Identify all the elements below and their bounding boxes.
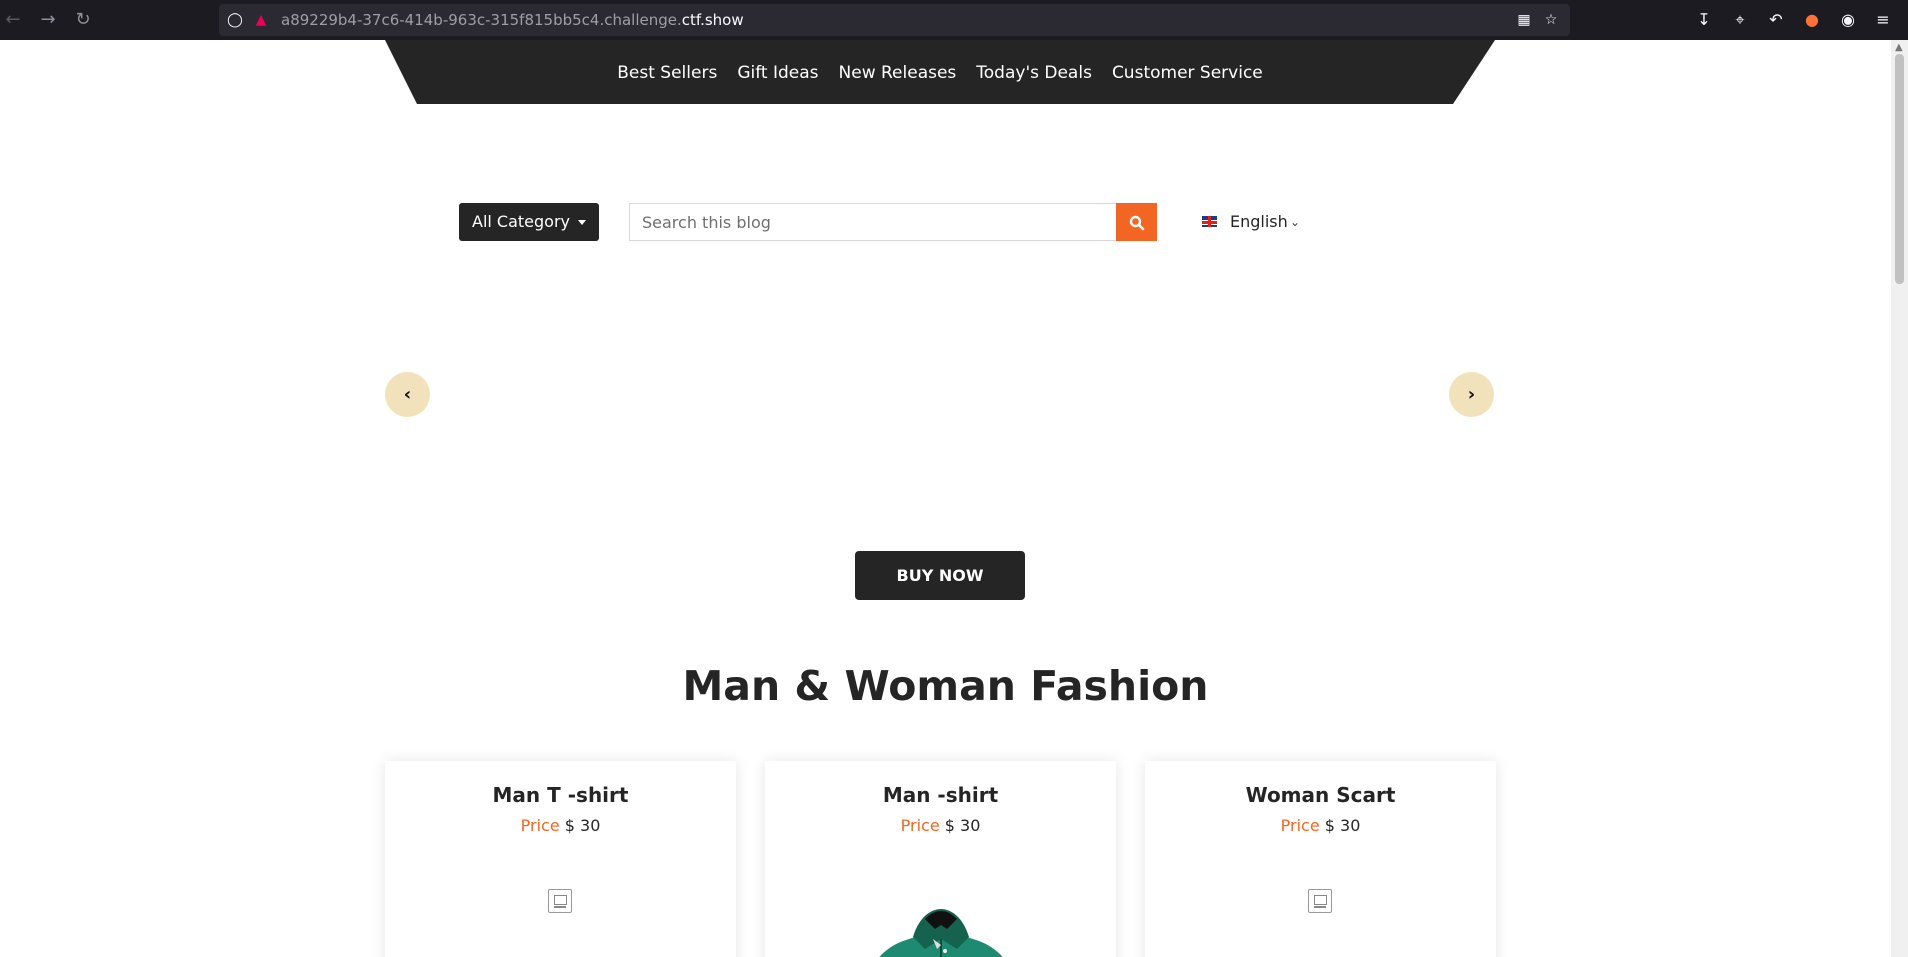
- product-price: Price $ 30: [385, 816, 736, 835]
- crop-screenshot-icon[interactable]: ⌖: [1730, 10, 1750, 30]
- uk-flag-icon: [1202, 216, 1217, 227]
- search-icon: [1129, 215, 1144, 230]
- product-price: Price $ 30: [765, 816, 1116, 835]
- web-page: Best Sellers Gift Ideas New Releases Tod…: [0, 40, 1891, 957]
- shirt-illustration: [879, 909, 1003, 957]
- product-price: Price $ 30: [1145, 816, 1496, 835]
- price-value: $ 30: [564, 816, 601, 835]
- url-text[interactable]: a89229b4-37c6-414b-963c-315f815bb5c4.cha…: [281, 11, 744, 29]
- address-bar[interactable]: ◯ ▲ a89229b4-37c6-414b-963c-315f815bb5c4…: [219, 4, 1570, 36]
- top-navigation: Best Sellers Gift Ideas New Releases Tod…: [385, 40, 1495, 104]
- price-value: $ 30: [1324, 816, 1361, 835]
- section-title: Man & Woman Fashion: [682, 662, 1209, 710]
- category-label: All Category: [472, 212, 571, 231]
- broken-image-icon: [548, 889, 572, 913]
- product-name: Man -shirt: [882, 783, 999, 807]
- nav-item-todays-deals[interactable]: Today's Deals: [976, 63, 1092, 83]
- nav-item-new-releases[interactable]: New Releases: [839, 63, 957, 83]
- product-card[interactable]: Man T -shirt Price $ 30: [385, 761, 736, 957]
- language-label: English: [1230, 212, 1288, 231]
- nav-item-gift-ideas[interactable]: Gift Ideas: [737, 63, 818, 83]
- product-name: Man T -shirt: [492, 783, 629, 807]
- product-card[interactable]: Man -shirt Price $ 30: [765, 761, 1116, 957]
- reload-icon[interactable]: ↻: [73, 10, 93, 30]
- firefox-icon[interactable]: ●: [1802, 10, 1822, 30]
- category-dropdown[interactable]: All Category: [459, 203, 599, 241]
- shield-icon[interactable]: ◯: [227, 12, 243, 28]
- page-scrollbar[interactable]: ▲: [1891, 40, 1908, 957]
- price-label: Price: [1280, 816, 1320, 835]
- nav-item-best-sellers[interactable]: Best Sellers: [617, 63, 717, 83]
- scroll-up-arrow-icon[interactable]: ▲: [1895, 42, 1903, 53]
- nav-links: Best Sellers Gift Ideas New Releases Tod…: [385, 40, 1495, 104]
- url-prefix: a89229b4-37c6-414b-963c-315f815bb5c4.cha…: [281, 11, 682, 29]
- caret-down-icon: [578, 220, 586, 225]
- search-button[interactable]: [1116, 203, 1157, 241]
- insecure-lock-icon[interactable]: ▲: [253, 12, 269, 28]
- broken-image-icon: [1308, 889, 1332, 913]
- shirt-image: [851, 889, 1031, 957]
- browser-toolbar: ← → ↻ ◯ ▲ a89229b4-37c6-414b-963c-315f81…: [0, 0, 1908, 40]
- price-label: Price: [900, 816, 940, 835]
- chevron-left-icon: ‹: [403, 384, 412, 405]
- carousel-next-button[interactable]: ›: [1449, 372, 1494, 417]
- price-label: Price: [520, 816, 560, 835]
- product-name: Woman Scart: [1245, 783, 1396, 807]
- menu-icon[interactable]: ≡: [1873, 10, 1893, 30]
- scrollbar-thumb[interactable]: [1895, 54, 1904, 284]
- forward-icon[interactable]: →: [38, 10, 58, 30]
- price-value: $ 30: [944, 816, 981, 835]
- back-icon[interactable]: ←: [3, 10, 23, 30]
- buy-now-button[interactable]: BUY NOW: [855, 551, 1025, 600]
- extension-icon[interactable]: ◉: [1838, 10, 1858, 30]
- carousel-prev-button[interactable]: ‹: [385, 372, 430, 417]
- nav-item-customer-service[interactable]: Customer Service: [1112, 63, 1263, 83]
- product-card[interactable]: Woman Scart Price $ 30: [1145, 761, 1496, 957]
- chevron-down-icon: ⌄: [1290, 215, 1301, 229]
- chevron-right-icon: ›: [1467, 384, 1476, 405]
- undo-icon[interactable]: ↶: [1766, 10, 1786, 30]
- bookmark-star-icon[interactable]: ☆: [1543, 12, 1559, 28]
- qr-code-icon[interactable]: ▦: [1516, 12, 1532, 28]
- url-domain: ctf.show: [681, 11, 744, 29]
- search-input[interactable]: [629, 203, 1116, 241]
- downloads-icon[interactable]: ↧: [1694, 10, 1714, 30]
